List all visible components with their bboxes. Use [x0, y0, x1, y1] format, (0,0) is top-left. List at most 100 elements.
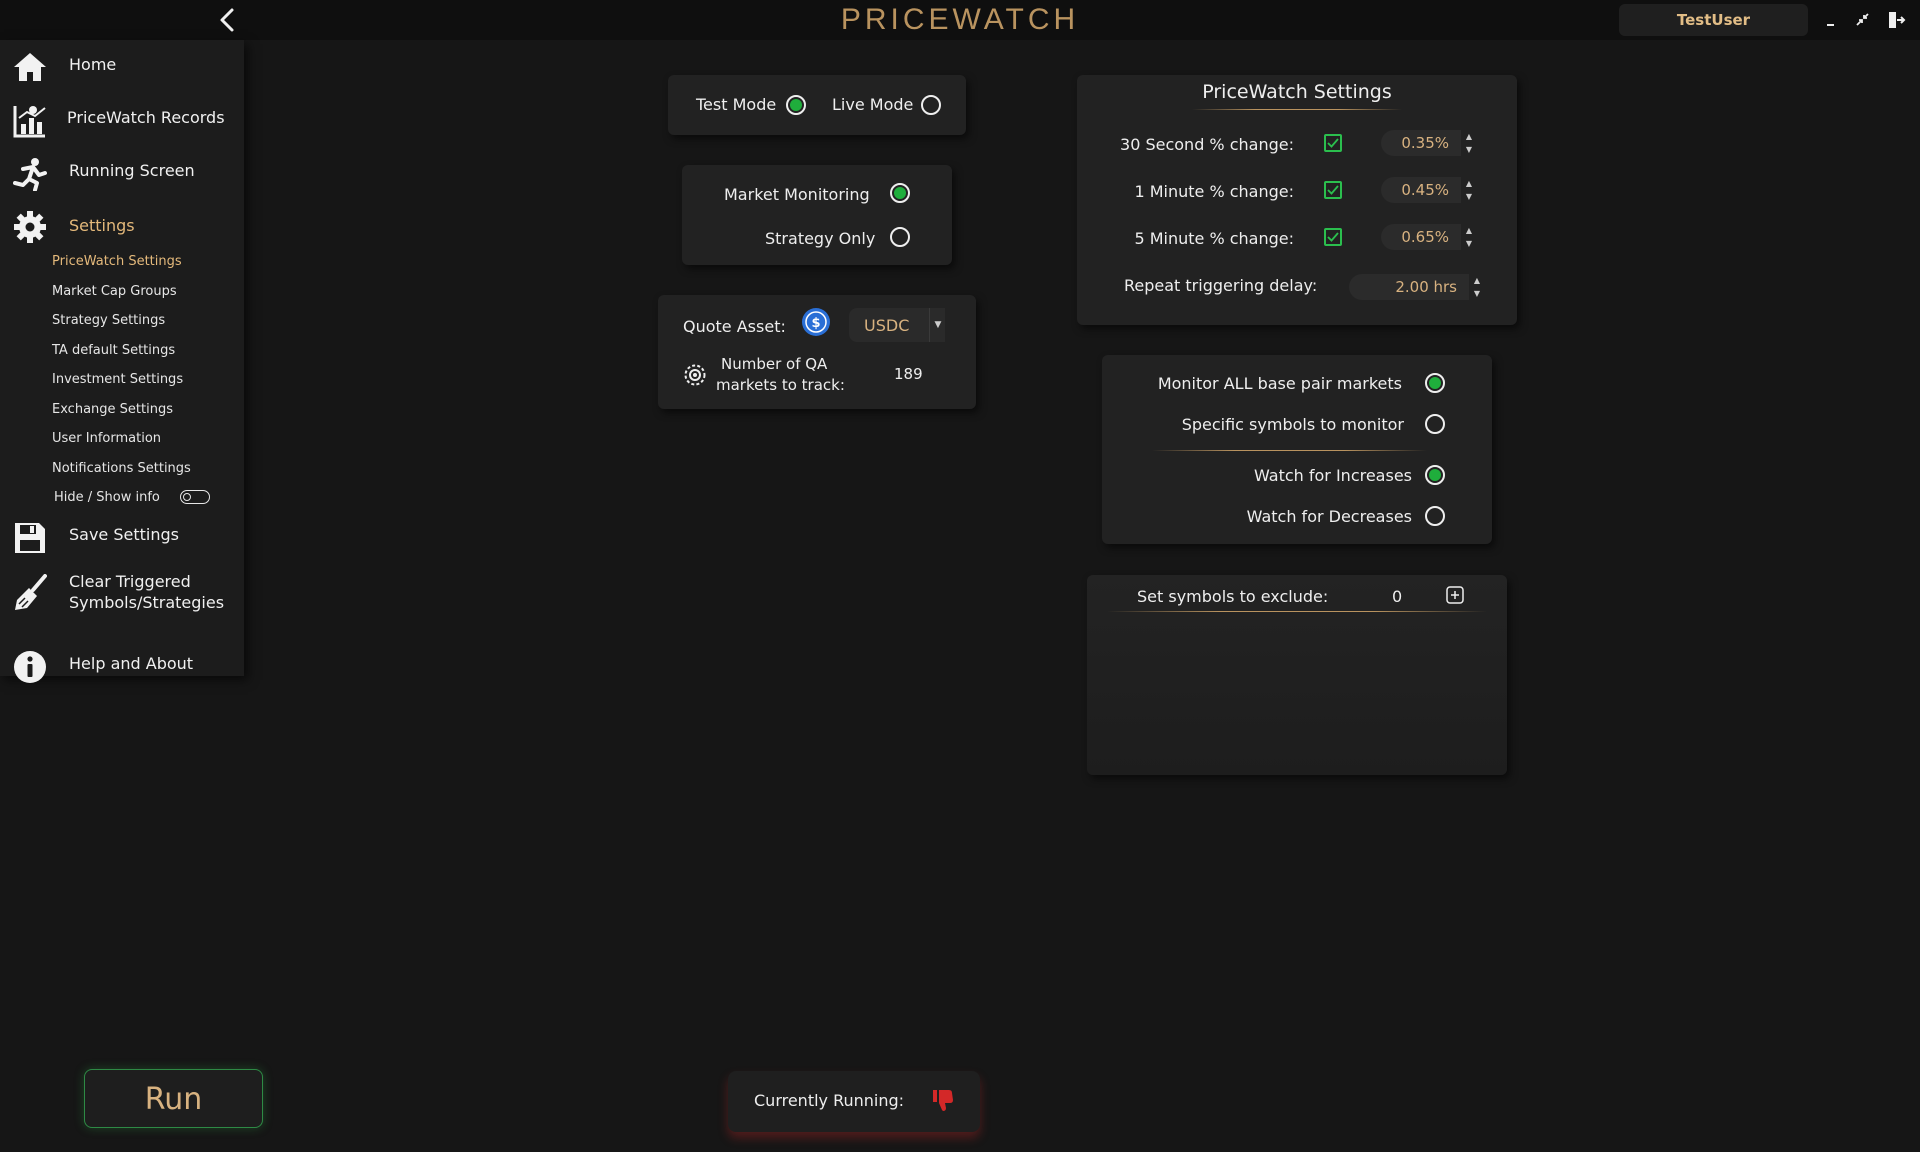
watch-increases-label: Watch for Increases	[1253, 466, 1412, 485]
live-mode-label: Live Mode	[832, 95, 914, 114]
title-divider	[1192, 109, 1402, 110]
gear-icon	[14, 211, 46, 243]
sub-item-market-cap-groups[interactable]: Market Cap Groups	[52, 284, 177, 299]
run-button[interactable]: Run	[84, 1069, 263, 1128]
repeat-delay-input[interactable]: 2.00 hrs	[1349, 274, 1469, 300]
minimize-button[interactable]	[1819, 8, 1843, 32]
change-5m-label: 5 Minute % change:	[1134, 229, 1294, 248]
usdc-coin-icon: $	[802, 308, 830, 336]
specific-symbols-label: Specific symbols to monitor	[1181, 415, 1404, 434]
toggle-knob	[183, 493, 191, 501]
change-5m-input[interactable]: 0.65%	[1381, 224, 1461, 250]
repeat-delay-label: Repeat triggering delay:	[1124, 276, 1318, 295]
watch-increases-radio[interactable]	[1425, 465, 1445, 485]
change-30s-checkbox[interactable]	[1324, 134, 1342, 152]
change-1m-label: 1 Minute % change:	[1134, 182, 1294, 201]
excluded-symbols-list[interactable]	[1107, 619, 1487, 765]
markets-to-track-count: 189	[894, 365, 923, 383]
hide-show-info-toggle[interactable]	[180, 490, 210, 504]
sub-item-investment-settings[interactable]: Investment Settings	[52, 372, 183, 387]
sidebar-item-running-screen[interactable]: Running Screen	[0, 150, 244, 196]
sidebar-item-label: Clear Triggered	[69, 572, 191, 591]
quote-asset-value: USDC	[864, 316, 910, 335]
exclude-symbols-panel: Set symbols to exclude: 0	[1087, 575, 1507, 775]
settings-cog-icon	[684, 364, 706, 386]
thumbs-down-icon	[933, 1090, 953, 1111]
pricewatch-settings-panel: PriceWatch Settings 30 Second % change: …	[1077, 75, 1517, 325]
quote-asset-label: Quote Asset:	[683, 317, 786, 336]
quote-asset-select[interactable]: USDC ▼	[849, 308, 945, 342]
sidebar-item-home[interactable]: Home	[0, 44, 244, 90]
info-icon	[14, 651, 46, 683]
specific-symbols-radio[interactable]	[1425, 414, 1445, 434]
sidebar-item-settings[interactable]: Settings	[0, 203, 244, 249]
restore-button[interactable]	[1851, 8, 1875, 32]
sidebar-item-label: Home	[69, 55, 117, 74]
sub-item-user-information[interactable]: User Information	[52, 431, 161, 446]
test-mode-radio[interactable]	[786, 95, 806, 115]
live-mode-radio[interactable]	[921, 95, 941, 115]
watch-decreases-radio[interactable]	[1425, 506, 1445, 526]
watch-options-panel: Monitor ALL base pair markets Specific s…	[1102, 355, 1492, 544]
monitor-all-label: Monitor ALL base pair markets	[1157, 374, 1402, 393]
change-5m-spinner[interactable]: ▲ ▼	[1463, 224, 1475, 250]
checkmark-icon	[1327, 232, 1339, 242]
sidebar-item-clear-triggered[interactable]: Clear Triggered Symbols/Strategies	[0, 567, 244, 629]
user-menu[interactable]: TestUser	[1619, 4, 1808, 36]
checkmark-icon	[1327, 185, 1339, 195]
monitoring-panel: Market Monitoring Strategy Only	[682, 165, 952, 265]
sub-item-notifications-settings[interactable]: Notifications Settings	[52, 461, 191, 476]
change-1m-checkbox[interactable]	[1324, 181, 1342, 199]
sidebar-item-label: Running Screen	[69, 161, 195, 180]
exclude-symbols-count: 0	[1392, 587, 1403, 606]
add-exclude-symbol-button[interactable]	[1446, 586, 1464, 604]
mode-panel: Test Mode Live Mode	[668, 75, 966, 135]
save-icon	[15, 523, 45, 553]
minimize-icon	[1827, 24, 1834, 26]
exit-button[interactable]	[1884, 8, 1908, 32]
change-5m-checkbox[interactable]	[1324, 228, 1342, 246]
sidebar-item-save-settings[interactable]: Save Settings	[0, 514, 244, 560]
sub-item-ta-default-settings[interactable]: TA default Settings	[52, 343, 175, 358]
sub-item-strategy-settings[interactable]: Strategy Settings	[52, 313, 165, 328]
svg-text:$: $	[811, 316, 820, 331]
checkmark-icon	[1327, 138, 1339, 148]
plus-square-icon	[1446, 586, 1464, 604]
sidebar-item-help-about[interactable]: Help and About	[0, 643, 244, 689]
running-man-icon	[13, 158, 47, 191]
running-status-panel: Currently Running:	[728, 1071, 980, 1132]
compress-icon	[1856, 13, 1869, 26]
home-icon	[14, 53, 46, 81]
test-mode-label: Test Mode	[696, 95, 777, 114]
change-30s-spinner[interactable]: ▲ ▼	[1463, 130, 1475, 156]
change-1m-input[interactable]: 0.45%	[1381, 177, 1461, 203]
sidebar-item-records[interactable]: PriceWatch Records	[0, 97, 244, 143]
currently-running-label: Currently Running:	[754, 1091, 905, 1110]
sidebar-item-label: Symbols/Strategies	[69, 593, 225, 612]
watch-decreases-label: Watch for Decreases	[1246, 507, 1412, 526]
exclude-divider	[1107, 611, 1487, 612]
hide-show-info-label: Hide / Show info	[54, 490, 160, 505]
change-1m-spinner[interactable]: ▲ ▼	[1463, 177, 1475, 203]
sub-item-exchange-settings[interactable]: Exchange Settings	[52, 402, 173, 417]
change-30s-label: 30 Second % change:	[1120, 135, 1294, 154]
markets-to-track-label-line1: Number of QA	[721, 355, 828, 373]
change-30s-input[interactable]: 0.35%	[1381, 130, 1461, 156]
pricewatch-settings-title: PriceWatch Settings	[1202, 81, 1392, 103]
exit-door-icon	[1889, 12, 1906, 28]
sidebar: Home PriceWatch Records Running Screen S…	[0, 40, 244, 683]
strategy-only-label: Strategy Only	[765, 229, 876, 248]
title-bar: PRICEWATCH TestUser	[0, 0, 1920, 40]
sidebar-item-label: PriceWatch Records	[67, 108, 225, 127]
sidebar-item-label: Save Settings	[69, 525, 179, 544]
sidebar-item-label: Settings	[69, 216, 135, 235]
monitor-all-radio[interactable]	[1425, 373, 1445, 393]
strategy-only-radio[interactable]	[890, 227, 910, 247]
repeat-delay-spinner[interactable]: ▲ ▼	[1471, 274, 1483, 300]
caret-down-icon: ▼	[929, 308, 946, 342]
market-monitoring-radio[interactable]	[890, 183, 910, 203]
sidebar-item-label: Help and About	[69, 654, 194, 673]
sub-item-pricewatch-settings[interactable]: PriceWatch Settings	[52, 254, 182, 269]
broom-icon	[15, 574, 47, 610]
market-monitoring-label: Market Monitoring	[724, 185, 870, 204]
